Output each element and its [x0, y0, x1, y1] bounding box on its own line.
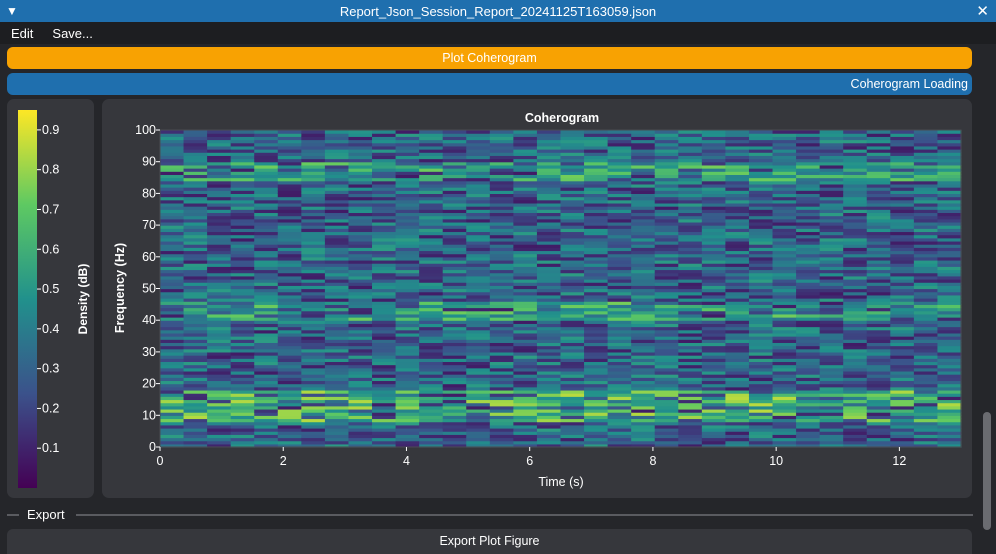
export-plot-figure-label: Export Plot Figure [439, 534, 540, 548]
window-title: Report_Json_Session_Report_20241125T1630… [339, 3, 657, 19]
heatmap-cell [301, 130, 326, 134]
plot-coherogram-button[interactable]: Plot Coherogram [7, 47, 972, 69]
colorbar: 0.1 0.2 0.3 0.4 0.5 0.6 0.7 0.8 0.9 Density (dB) [18, 110, 90, 488]
colorbar-tick-label: 0.2 [42, 401, 59, 415]
colorbar-tick-label: 0.9 [42, 123, 59, 137]
chart-title: Coherogram [525, 111, 599, 125]
heatmap-cell [725, 130, 750, 134]
heatmap-cell [395, 130, 420, 134]
heatmap-cell [772, 130, 797, 134]
colorbar-tick-label: 0.1 [42, 441, 59, 455]
y-tick-label: 70 [142, 218, 156, 232]
menu-save[interactable]: Save... [41, 26, 100, 41]
colorbar-panel: 0.1 0.2 0.3 0.4 0.5 0.6 0.7 0.8 0.9 Density (dB) [7, 99, 94, 498]
heatmap-cell [466, 130, 491, 134]
heatmap-cell [489, 130, 514, 134]
heatmap-cell [536, 130, 562, 134]
heatmap-cell [513, 130, 538, 134]
export-section-label: Export [27, 507, 65, 522]
colorbar-tick-label: 0.6 [42, 242, 59, 256]
x-tick-label: 6 [526, 454, 533, 468]
heatmap-cell [442, 130, 467, 134]
colorbar-tick-label: 0.8 [42, 163, 59, 177]
heatmap-cell [796, 130, 821, 134]
export-divider-left [7, 514, 19, 516]
colorbar-tick-label: 0.3 [42, 362, 59, 376]
heatmap-cell [372, 130, 397, 134]
menu-bar: Edit Save... [0, 22, 996, 44]
y-tick-label: 10 [142, 408, 156, 422]
heatmap-cell [866, 130, 891, 134]
heatmap-cell [324, 130, 350, 134]
x-tick-label: 12 [892, 454, 906, 468]
plot-coherogram-label: Plot Coherogram [442, 51, 537, 65]
colorbar-tick-label: 0.7 [42, 202, 59, 216]
heatmap-cell [654, 130, 679, 134]
colorbar-gradient [18, 110, 37, 488]
heatmap-cell [254, 130, 279, 134]
x-tick-label: 8 [649, 454, 656, 468]
y-tick-label: 20 [142, 377, 156, 391]
y-tick-label: 40 [142, 313, 156, 327]
colorbar-tick-label: 0.4 [42, 322, 59, 336]
heatmap-cell [419, 130, 444, 134]
heatmap-cell [937, 130, 962, 134]
x-axis-label: Time (s) [538, 475, 583, 489]
heatmap-cell [160, 130, 185, 134]
coherogram-panel: Coherogram 0 2 4 6 8 10 12 0 10 20 30 40 50 60 70 80 90… [102, 99, 972, 498]
heatmap-cell [584, 130, 609, 134]
y-tick-label: 80 [142, 186, 156, 200]
y-tick-label: 90 [142, 155, 156, 169]
heatmap-cell [913, 130, 939, 134]
export-section: Export [0, 505, 996, 525]
heatmap-cell [701, 130, 727, 134]
heatmap-cell [819, 130, 844, 134]
window-titlebar: ▼ Report_Json_Session_Report_20241125T16… [0, 0, 996, 22]
close-icon[interactable]: ✕ [976, 2, 989, 20]
coherogram-loading-label: Coherogram Loading [850, 77, 968, 91]
heatmap-cell [560, 130, 585, 134]
coherogram-chart: Coherogram 0 2 4 6 8 10 12 0 10 20 30 40 50 60 70 80 90… [113, 111, 962, 489]
y-tick-label: 100 [135, 123, 156, 137]
heatmap-cell [230, 130, 255, 134]
heatmap-cell [277, 130, 302, 134]
x-tick-label: 10 [769, 454, 783, 468]
coherogram-loading-bar: Coherogram Loading [7, 73, 972, 95]
y-tick-label: 0 [149, 440, 156, 454]
x-tick-label: 2 [280, 454, 287, 468]
export-plot-figure-button[interactable]: Export Plot Figure [7, 529, 972, 554]
heatmap-cell [678, 130, 703, 134]
x-tick-label: 4 [403, 454, 410, 468]
heatmap-cell [183, 130, 208, 134]
colorbar-label: Density (dB) [76, 264, 90, 335]
menu-edit[interactable]: Edit [0, 26, 41, 41]
heatmap-cell [843, 130, 868, 134]
y-tick-label: 50 [142, 282, 156, 296]
heatmap-cell [890, 130, 915, 134]
y-tick-label: 60 [142, 250, 156, 264]
heatmap-cell [348, 130, 373, 134]
heatmap-cell [631, 130, 656, 134]
export-divider-right [76, 514, 973, 516]
heatmap-cell [748, 130, 774, 134]
collapse-icon[interactable]: ▼ [6, 4, 18, 18]
y-axis-label: Frequency (Hz) [113, 243, 127, 333]
heatmap-cell [607, 130, 632, 134]
x-tick-label: 0 [157, 454, 164, 468]
heatmap-cell [207, 130, 232, 134]
colorbar-tick-label: 0.5 [42, 282, 59, 296]
y-tick-label: 30 [142, 345, 156, 359]
